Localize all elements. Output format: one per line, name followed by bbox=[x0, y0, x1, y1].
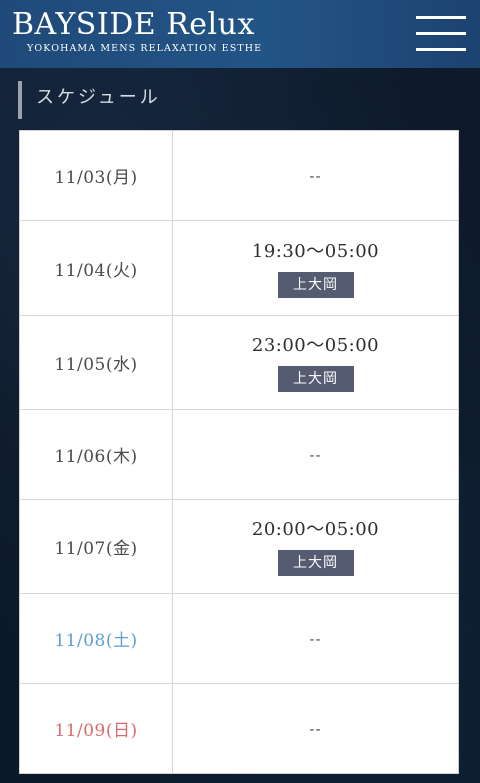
schedule-date: 11/05(水) bbox=[20, 316, 173, 409]
section-title: スケジュール bbox=[18, 81, 161, 119]
schedule-time-cell: 20:00〜05:00 上大岡 bbox=[173, 500, 458, 593]
schedule-row: 11/06(木) -- bbox=[20, 410, 458, 500]
menu-line bbox=[416, 32, 466, 35]
schedule-date: 11/07(金) bbox=[20, 500, 173, 593]
location-badge: 上大岡 bbox=[277, 271, 354, 298]
schedule-date: 11/03(月) bbox=[20, 131, 173, 220]
schedule-time: 20:00〜05:00 bbox=[251, 519, 380, 540]
schedule-time-cell: -- bbox=[173, 684, 458, 773]
schedule-time-cell: 23:00〜05:00 上大岡 bbox=[173, 316, 458, 409]
schedule-row: 11/07(金) 20:00〜05:00 上大岡 bbox=[20, 500, 458, 594]
site-header: BAYSIDE Relux YOKOHAMA MENS RELAXATION E… bbox=[0, 0, 480, 68]
site-logo[interactable]: BAYSIDE Relux bbox=[12, 7, 255, 43]
schedule-time: -- bbox=[309, 719, 322, 738]
schedule-time: 19:30〜05:00 bbox=[251, 240, 380, 262]
hamburger-menu-icon[interactable] bbox=[410, 14, 470, 54]
location-badge: 上大岡 bbox=[277, 550, 354, 576]
schedule-row: 11/03(月) -- bbox=[20, 131, 458, 221]
schedule-date: 11/08(土) bbox=[20, 594, 173, 683]
schedule-time: -- bbox=[309, 166, 322, 185]
schedule-row: 11/05(水) 23:00〜05:00 上大岡 bbox=[20, 316, 458, 410]
schedule-row: 11/08(土) -- bbox=[20, 594, 458, 684]
schedule-time-cell: 19:30〜05:00 上大岡 bbox=[173, 221, 458, 315]
schedule-date: 11/04(火) bbox=[20, 221, 173, 315]
schedule-date: 11/09(日) bbox=[20, 684, 173, 773]
schedule-time-cell: -- bbox=[173, 594, 458, 683]
schedule-row: 11/09(日) -- bbox=[20, 684, 458, 773]
schedule-table: 11/03(月) -- 11/04(火) 19:30〜05:00 上大岡 11/… bbox=[19, 130, 459, 774]
schedule-time: 23:00〜05:00 bbox=[251, 335, 380, 356]
schedule-time-cell: -- bbox=[173, 410, 458, 499]
schedule-time-cell: -- bbox=[173, 131, 458, 220]
site-tagline: YOKOHAMA MENS RELAXATION ESTHE bbox=[27, 43, 263, 54]
schedule-time: -- bbox=[309, 629, 322, 648]
menu-line bbox=[416, 48, 466, 51]
menu-line bbox=[416, 16, 466, 19]
location-badge: 上大岡 bbox=[277, 366, 354, 392]
schedule-date: 11/06(木) bbox=[20, 410, 173, 499]
schedule-time: -- bbox=[309, 445, 322, 464]
schedule-row: 11/04(火) 19:30〜05:00 上大岡 bbox=[20, 221, 458, 316]
